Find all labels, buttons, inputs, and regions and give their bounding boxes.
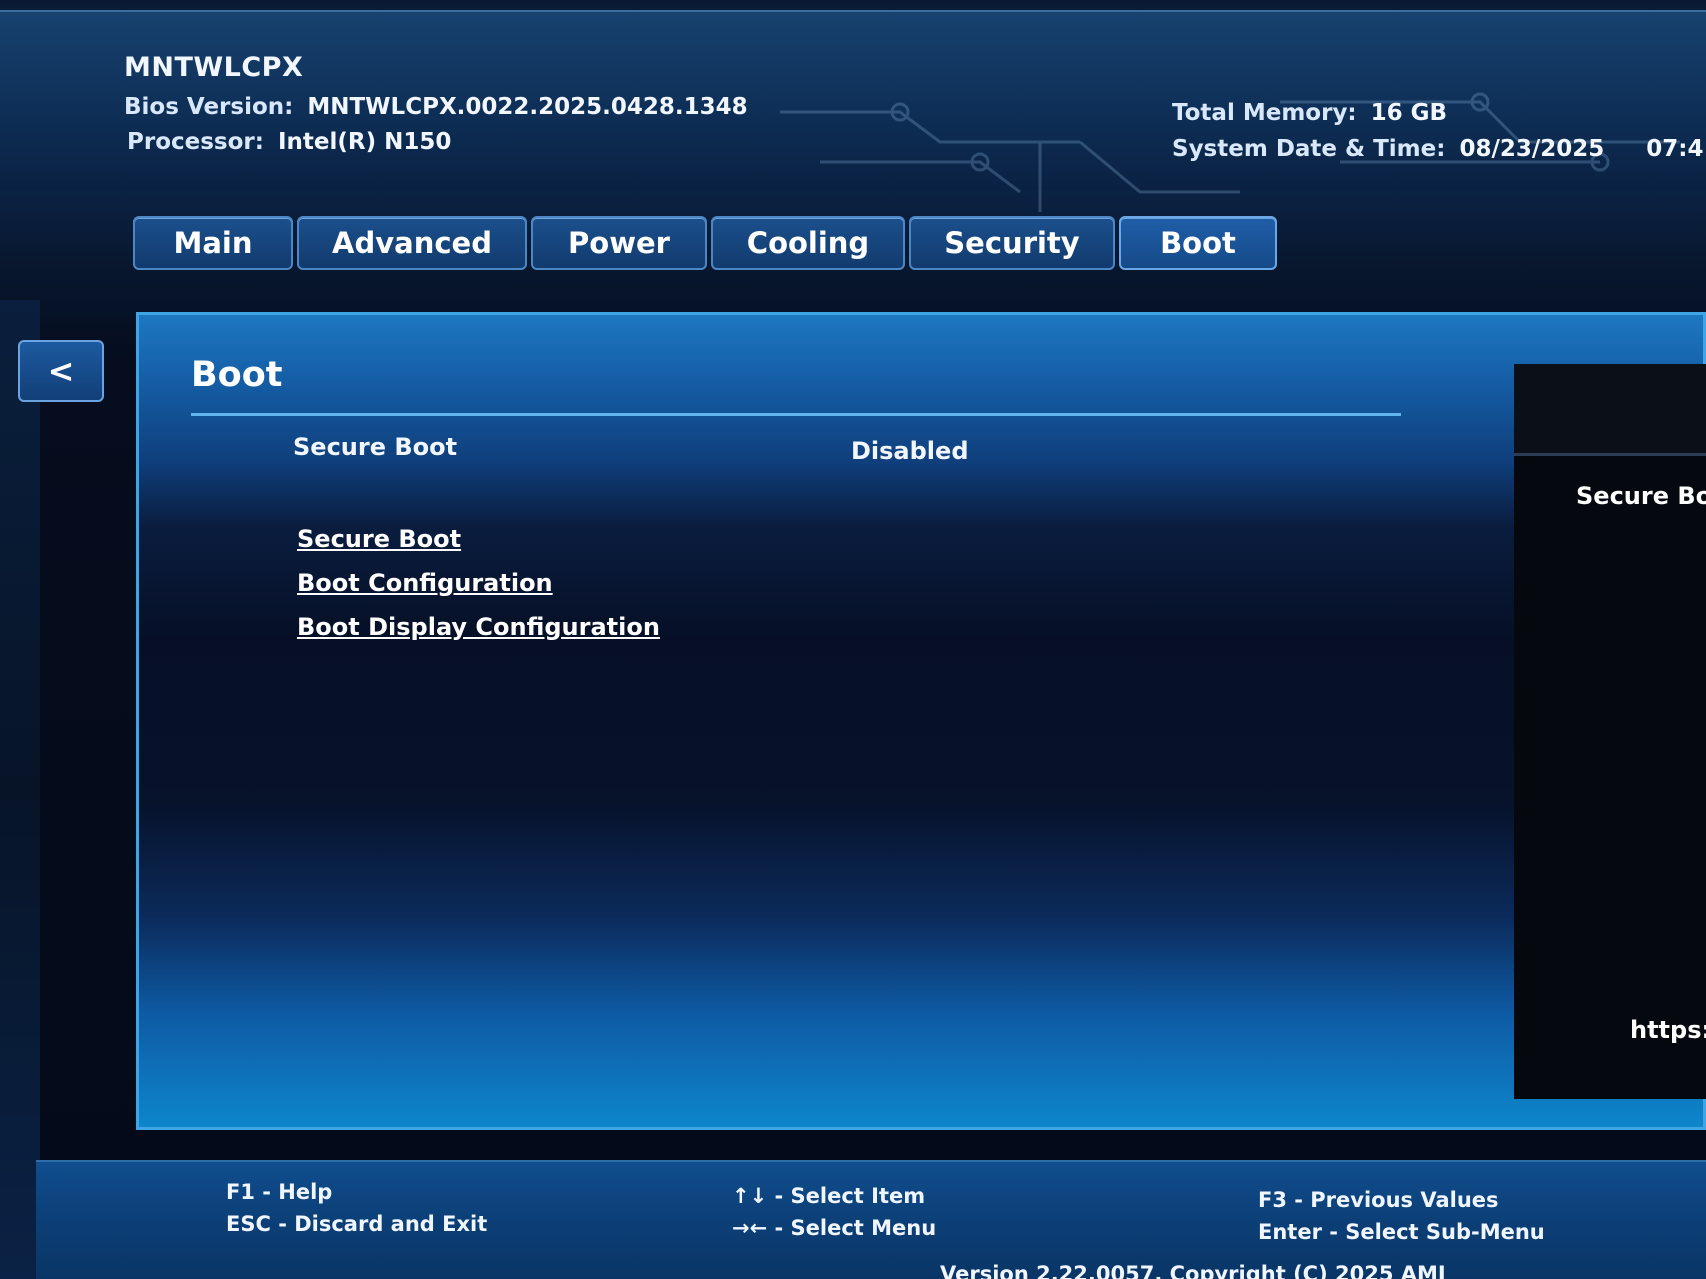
link-boot-display-configuration[interactable]: Boot Display Configuration: [297, 613, 660, 641]
key-help: F1 - Help: [226, 1180, 333, 1204]
processor-value: Intel(R) N150: [277, 129, 452, 155]
tab-advanced[interactable]: Advanced: [297, 216, 527, 270]
key-previous-values: F3 - Previous Values: [1258, 1188, 1499, 1212]
memory-row: Total Memory: 16 GB: [1172, 100, 1447, 126]
left-strip: [0, 300, 40, 1279]
secure-boot-label: Secure Boot: [293, 433, 458, 461]
memory-value: 16 GB: [1370, 100, 1448, 126]
help-title: Secure Boo: [1576, 482, 1706, 510]
tab-cooling[interactable]: Cooling: [711, 216, 905, 270]
help-url: https:/: [1630, 1016, 1706, 1044]
system-name: MNTWLCPX: [124, 52, 304, 83]
tab-security[interactable]: Security: [909, 216, 1115, 270]
memory-label: Total Memory:: [1172, 100, 1357, 126]
processor-label: Processor:: [127, 129, 264, 155]
help-pane: Secure Boo https:/: [1514, 364, 1706, 1099]
boot-panel: Boot Secure Boot Disabled Secure Boot Bo…: [136, 312, 1706, 1130]
datetime-row: System Date & Time: 08/23/2025 07:41:59 A: [1172, 136, 1706, 162]
time-value[interactable]: 07:41:59 A: [1646, 136, 1706, 162]
key-select-menu: →← - Select Menu: [732, 1216, 937, 1240]
key-select-item: ↑↓ - Select Item: [732, 1184, 926, 1208]
footer-keys: F1 - Help ESC - Discard and Exit ↑↓ - Se…: [36, 1160, 1706, 1279]
bios-version-row: Bios Version: MNTWLCPX.0022.2025.0428.134…: [124, 94, 748, 120]
bios-version-label: Bios Version:: [124, 94, 294, 120]
link-secure-boot[interactable]: Secure Boot: [297, 525, 461, 553]
datetime-label: System Date & Time:: [1172, 136, 1446, 162]
key-discard-exit: ESC - Discard and Exit: [226, 1212, 488, 1236]
bios-screen: MNTWLCPX Bios Version: MNTWLCPX.0022.2025…: [0, 0, 1706, 1279]
link-boot-configuration[interactable]: Boot Configuration: [297, 569, 553, 597]
date-value[interactable]: 08/23/2025: [1459, 136, 1604, 162]
key-select-submenu: Enter - Select Sub-Menu: [1258, 1220, 1545, 1244]
tab-boot[interactable]: Boot: [1119, 216, 1277, 270]
bios-version-value: MNTWLCPX.0022.2025.0428.1348: [307, 94, 748, 120]
tab-main[interactable]: Main: [133, 216, 293, 270]
help-header-block: [1514, 364, 1706, 456]
version-text: Version 2.22.0057. Copyright (C) 2025 AM…: [940, 1262, 1446, 1279]
secure-boot-value: Disabled: [851, 437, 969, 465]
page-title: Boot: [191, 355, 283, 395]
processor-row: Processor: Intel(R) N150: [127, 129, 451, 155]
title-divider: [191, 413, 1401, 416]
header: MNTWLCPX Bios Version: MNTWLCPX.0022.2025…: [0, 10, 1706, 212]
back-button[interactable]: <: [18, 340, 104, 402]
tab-power[interactable]: Power: [531, 216, 707, 270]
